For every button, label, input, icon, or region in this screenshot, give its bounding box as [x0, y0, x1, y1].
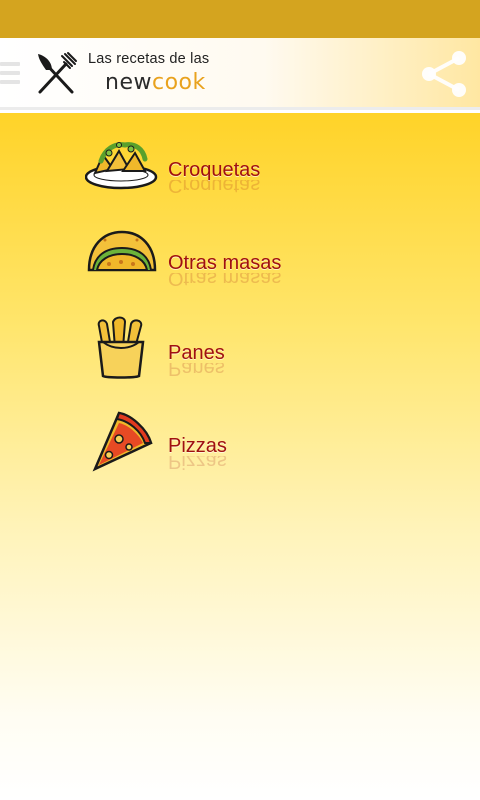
- category-item-pizzas[interactable]: Pizzas Pizzas: [85, 409, 345, 485]
- category-label: Otras masas: [168, 252, 282, 274]
- app-header: Las recetas de las newcook: [0, 38, 480, 110]
- pizza-slice-icon: [92, 411, 153, 472]
- category-label-reflection: Otras masas: [168, 273, 282, 289]
- category-item-panes[interactable]: Panes Panes: [85, 316, 345, 392]
- brand-cook-text: cook: [151, 70, 206, 95]
- category-label: Panes: [168, 342, 225, 364]
- croquettes-plate-icon: [85, 142, 158, 190]
- brand-logo-text: newcook: [105, 70, 206, 95]
- hamburger-menu-icon[interactable]: [0, 58, 22, 90]
- share-icon[interactable]: [416, 46, 472, 102]
- category-label-reflection: Croquetas: [168, 180, 261, 196]
- brand-title: Las recetas de las: [88, 51, 210, 67]
- category-item-croquetas[interactable]: Croquetas Croquetas: [85, 133, 345, 209]
- category-label: Croquetas: [168, 159, 261, 181]
- category-label: Pizzas: [168, 435, 227, 457]
- category-label-reflection: Pizzas: [168, 456, 227, 472]
- taco-icon: [87, 230, 157, 272]
- status-bar: [0, 0, 480, 38]
- category-label-reflection: Panes: [168, 363, 225, 379]
- category-item-otras-masas[interactable]: Otras masas Otras masas: [85, 226, 345, 302]
- crossed-fork-knife-icon: [38, 52, 77, 94]
- brand-new-text: new: [105, 70, 152, 95]
- bread-basket-icon: [97, 316, 145, 379]
- category-list: Croquetas Croquetas Otras masas Otras ma…: [0, 113, 480, 800]
